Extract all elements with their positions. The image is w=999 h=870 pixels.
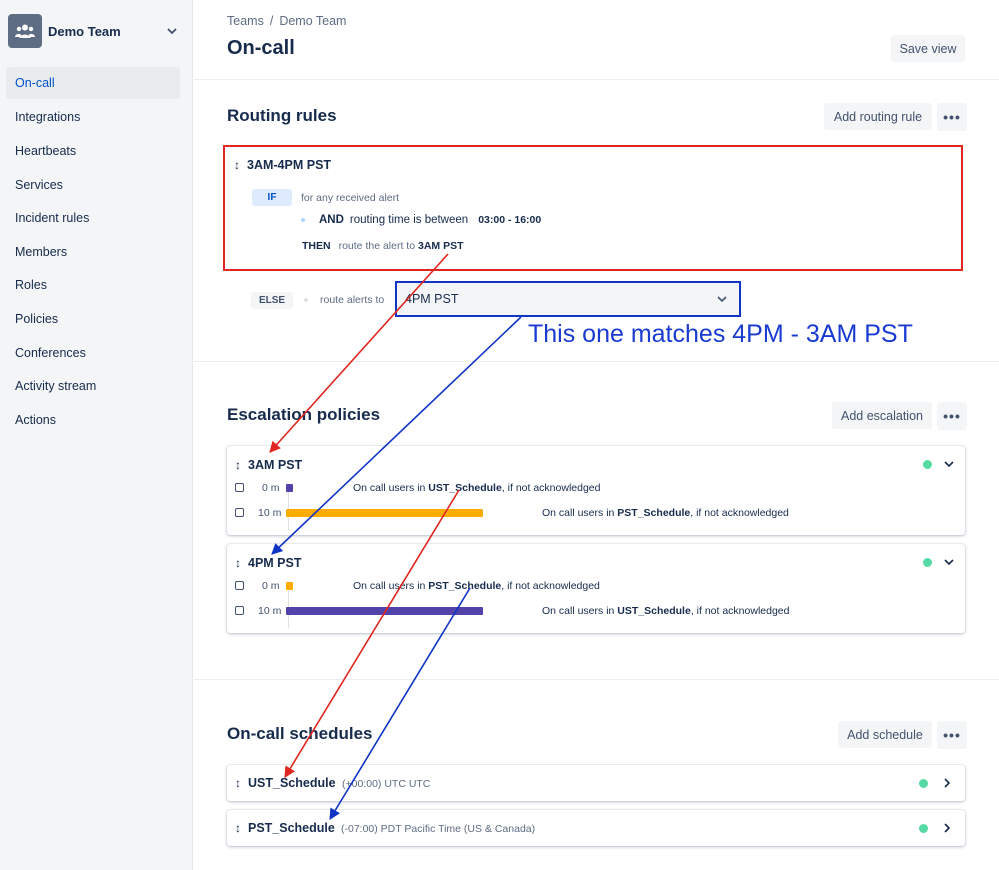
- chevron-down-icon[interactable]: [164, 23, 180, 39]
- sidebar-item-actions[interactable]: Actions: [6, 403, 180, 437]
- divider: [194, 361, 999, 362]
- step-description: On call users in UST_Schedule, if not ac…: [353, 482, 600, 494]
- step-suffix: , if not acknowledged: [690, 507, 789, 519]
- step-delay: 0 m: [262, 580, 280, 592]
- schedule-title: PST_Schedule: [248, 821, 335, 835]
- sidebar-item-members[interactable]: Members: [6, 235, 180, 269]
- annotation-red-box: [223, 145, 963, 271]
- step-delay: 0 m: [262, 482, 280, 494]
- step-bar: [286, 607, 483, 615]
- step-bar: [286, 582, 293, 590]
- sidebar-item-conferences[interactable]: Conferences: [6, 336, 180, 370]
- add-schedule-button[interactable]: Add schedule: [838, 721, 932, 748]
- status-dot-icon: [919, 824, 928, 833]
- sidebar-item-integrations[interactable]: Integrations: [6, 101, 180, 135]
- escalation-policies-title: Escalation policies: [227, 405, 381, 424]
- sidebar-item-services[interactable]: Services: [6, 168, 180, 202]
- step-schedule: UST_Schedule: [428, 482, 502, 494]
- policy-name: ↕ 3AM PST: [235, 458, 302, 472]
- step-description: On call users in PST_Schedule, if not ac…: [542, 507, 789, 519]
- schedule-name: ↕ UST_Schedule: [235, 776, 336, 790]
- escalation-more-icon[interactable]: •••: [937, 402, 967, 430]
- clock-icon: [235, 581, 244, 590]
- escalation-policy-card[interactable]: ↕ 3AM PST 0 m On call users in UST_Sched…: [227, 446, 965, 535]
- sidebar-nav: On-call Integrations Heartbeats Services…: [6, 67, 180, 437]
- schedule-timezone: (+00:00) UTC UTC: [342, 778, 431, 790]
- escalation-policy-card[interactable]: ↕ 4PM PST 0 m On call users in PST_Sched…: [227, 544, 965, 633]
- else-badge: ELSE: [251, 292, 293, 309]
- divider: [194, 679, 999, 680]
- chevron-down-icon[interactable]: [942, 457, 956, 471]
- schedule-card[interactable]: ↕ PST_Schedule (-07:00) PDT Pacific Time…: [227, 810, 965, 846]
- breadcrumb-teams[interactable]: Teams: [227, 14, 264, 28]
- step-suffix: , if not acknowledged: [690, 605, 790, 617]
- step-description: On call users in PST_Schedule, if not ac…: [353, 580, 600, 592]
- status-dot-icon: [919, 779, 928, 788]
- step-suffix: , if not acknowledged: [501, 580, 600, 592]
- routing-more-icon[interactable]: •••: [937, 103, 967, 131]
- step-schedule: PST_Schedule: [428, 580, 502, 592]
- step-bar: [286, 509, 483, 517]
- chevron-right-icon[interactable]: [940, 821, 954, 835]
- step-bar: [286, 484, 293, 492]
- team-switcher[interactable]: Demo Team: [8, 13, 186, 49]
- add-escalation-button[interactable]: Add escalation: [832, 402, 932, 429]
- main-content: Teams / Demo Team On-call Save view Routin…: [194, 0, 999, 870]
- step-delay: 10 m: [258, 605, 282, 617]
- sidebar-item-on-call[interactable]: On-call: [6, 67, 180, 99]
- on-call-schedules-title: On-call schedules: [227, 724, 373, 743]
- breadcrumb-separator: /: [269, 14, 274, 28]
- breadcrumb: Teams / Demo Team: [227, 14, 346, 28]
- sidebar-item-heartbeats[interactable]: Heartbeats: [6, 134, 180, 168]
- sidebar-item-roles[interactable]: Roles: [6, 269, 180, 303]
- sidebar-item-policies[interactable]: Policies: [6, 302, 180, 336]
- add-routing-rule-button[interactable]: Add routing rule: [824, 103, 932, 130]
- step-prefix: On call users in: [353, 482, 426, 494]
- drag-handle-icon[interactable]: ↕: [235, 821, 241, 835]
- drag-handle-icon[interactable]: ↕: [235, 776, 241, 790]
- step-schedule: UST_Schedule: [617, 605, 691, 617]
- status-dot-icon: [923, 460, 932, 469]
- chevron-down-icon[interactable]: [942, 555, 956, 569]
- policy-title: 3AM PST: [248, 458, 303, 472]
- step-suffix: , if not acknowledged: [501, 482, 601, 494]
- step-prefix: On call users in: [542, 605, 615, 617]
- schedules-more-icon[interactable]: •••: [937, 721, 967, 749]
- team-name: Demo Team: [48, 23, 121, 39]
- step-schedule: PST_Schedule: [617, 507, 691, 519]
- clock-icon: [235, 483, 244, 492]
- step-prefix: On call users in: [542, 507, 615, 519]
- schedule-timezone: (-07:00) PDT Pacific Time (US & Canada): [341, 823, 536, 835]
- save-view-button[interactable]: Save view: [891, 35, 965, 62]
- divider: [194, 79, 999, 80]
- sidebar-item-incident-rules[interactable]: Incident rules: [6, 201, 180, 235]
- schedule-name: ↕ PST_Schedule: [235, 821, 335, 835]
- else-text: route alerts to: [320, 294, 385, 306]
- clock-icon: [235, 606, 244, 615]
- breadcrumb-team[interactable]: Demo Team: [279, 14, 346, 28]
- step-description: On call users in UST_Schedule, if not ac…: [542, 605, 789, 617]
- routing-rules-title: Routing rules: [227, 106, 337, 125]
- annotation-blue-box: [395, 281, 741, 317]
- step-delay: 10 m: [258, 507, 282, 519]
- chevron-right-icon[interactable]: [940, 776, 954, 790]
- annotation-text: This one matches 4PM - 3AM PST: [528, 320, 913, 348]
- status-dot-icon: [923, 558, 932, 567]
- step-prefix: On call users in: [353, 580, 426, 592]
- sidebar: Demo Team On-call Integrations Heartbeat…: [0, 0, 193, 870]
- policy-name: ↕ 4PM PST: [235, 556, 302, 570]
- schedule-title: UST_Schedule: [248, 776, 336, 790]
- schedule-card[interactable]: ↕ UST_Schedule (+00:00) UTC UTC: [227, 765, 965, 801]
- drag-handle-icon[interactable]: ↕: [235, 556, 241, 570]
- team-icon: [8, 14, 42, 48]
- policy-title: 4PM PST: [248, 556, 302, 570]
- drag-handle-icon[interactable]: ↕: [235, 458, 241, 472]
- bullet-icon: [304, 298, 308, 302]
- page-title: On-call: [227, 37, 295, 59]
- sidebar-item-activity-stream[interactable]: Activity stream: [6, 369, 180, 403]
- clock-icon: [235, 508, 244, 517]
